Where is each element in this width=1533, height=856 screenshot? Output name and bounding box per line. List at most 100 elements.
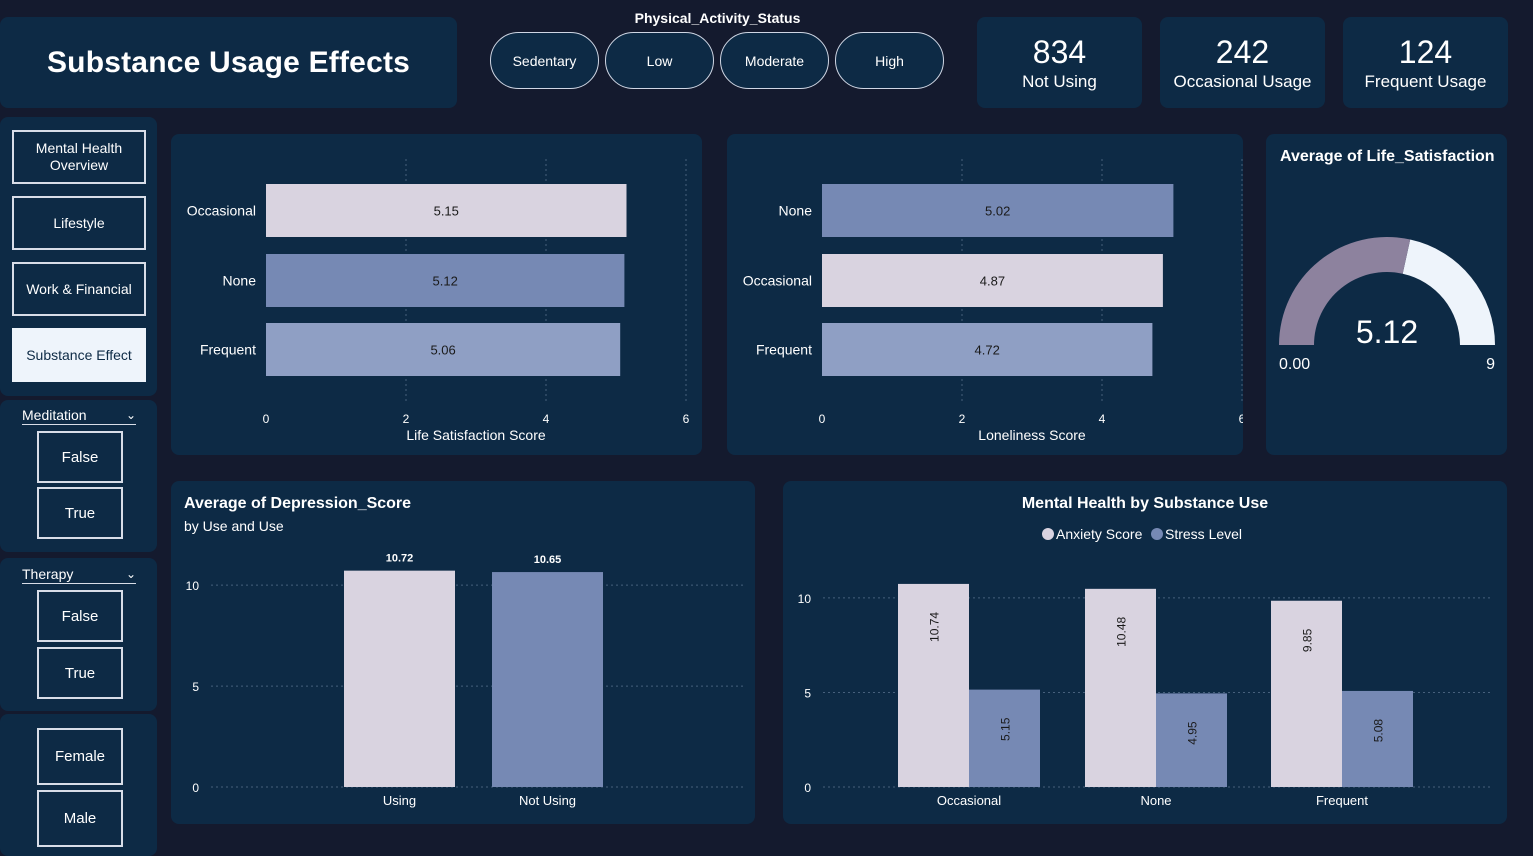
data-label: 9.85 [1301,628,1315,652]
therapy-slicer-header[interactable]: Therapy ⌄ [22,566,136,584]
nav-panel: Mental Health Overview Lifestyle Work & … [0,117,157,396]
gender-female-button[interactable]: Female [37,728,123,785]
nav-work-financial[interactable]: Work & Financial [12,262,146,316]
data-label: 5.15 [999,717,1013,741]
data-label: 4.72 [975,343,1000,358]
depression-chart-subtitle: by Use and Use [184,518,284,534]
x-axis-label: Loneliness Score [978,427,1086,443]
loneliness-chart: 0 2 4 6 Loneliness Score None 5.02 Occasional 4.… [727,134,1246,455]
gauge-value: 5.12 [1356,314,1418,350]
mental-health-chart-title: Mental Health by Substance Use [1021,495,1269,512]
data-label: 10.74 [928,612,942,642]
legend-marker [1042,528,1054,540]
kpi-label: Occasional Usage [1173,71,1312,91]
legend-label: Anxiety Score [1056,526,1143,542]
category-label: Not Using [519,793,576,808]
life-satisfaction-gauge-panel: Average of Life_Satisfaction 5.12 0.00 9 [1266,134,1507,455]
page-title: Substance Usage Effects [46,45,411,79]
category-label: Frequent [756,342,812,358]
x-tick-label: 4 [543,412,550,426]
kpi-value: 242 [1215,33,1270,70]
therapy-false-button[interactable]: False [37,590,123,642]
x-tick-label: 6 [683,412,690,426]
category-label: Occasional [743,273,812,289]
data-label: 5.02 [985,204,1010,219]
depression-chart-title: Average of Depression_Score [184,495,412,512]
data-label: 5.08 [1372,719,1386,743]
life-satisfaction-bar-chart: 0 2 4 6 Life Satisfaction Score Occasional 5.1… [187,159,690,443]
category-label: Frequent [200,342,256,358]
y-tick-label: 10 [186,579,200,593]
nav-substance-effect[interactable]: Substance Effect [12,328,146,382]
gauge-max-label: 9 [1486,356,1495,373]
y-tick-label: 5 [192,680,199,694]
mental-health-grouped-bar-chart: 0 5 10 Anxiety Score Stress Level 10.74 5.15 Oc… [798,526,1493,808]
bar [344,570,455,787]
kpi-frequent: 124 Frequent Usage [1343,17,1508,108]
meditation-slicer: Meditation ⌄ False True [0,400,157,552]
x-axis-label: Life Satisfaction Score [406,427,546,443]
data-label: 10.72 [386,553,414,565]
kpi-occasional: 242 Occasional Usage [1160,17,1325,108]
data-label: 4.95 [1186,721,1200,745]
pill-low[interactable]: Low [605,32,714,89]
x-tick-label: 2 [959,412,966,426]
data-label: 5.12 [433,274,458,289]
data-label: 10.65 [534,554,562,566]
category-label: None [1140,793,1171,808]
data-label: 5.15 [434,204,459,219]
therapy-true-button[interactable]: True [37,647,123,699]
category-label: Occasional [187,203,256,219]
pill-high[interactable]: High [835,32,944,89]
title-panel: Substance Usage Effects [0,17,457,108]
data-label: 4.87 [980,274,1005,289]
pill-sedentary[interactable]: Sedentary [490,32,599,89]
y-tick-label: 0 [804,781,811,795]
data-label: 10.48 [1115,617,1129,647]
gender-slicer: Female Male [0,714,157,856]
chevron-down-icon[interactable]: ⌄ [126,408,136,422]
kpi-value: 124 [1398,33,1453,70]
category-label: None [779,203,813,219]
meditation-true-button[interactable]: True [37,487,123,539]
life-satisfaction-chart: 0 2 4 6 Life Satisfaction Score Occasional 5.1… [171,134,702,455]
x-tick-label: 4 [1099,412,1106,426]
meditation-false-button[interactable]: False [37,431,123,483]
nav-lifestyle[interactable]: Lifestyle [12,196,146,250]
life-satisfaction-gauge: 5.12 0.00 9 [1279,237,1495,373]
mental-health-substance-chart: Mental Health by Substance Use 0 5 10 Anxie… [783,481,1507,824]
category-label: None [223,273,257,289]
bar [1271,600,1342,787]
pill-moderate[interactable]: Moderate [720,32,829,89]
y-tick-label: 0 [192,781,199,795]
meditation-slicer-header[interactable]: Meditation ⌄ [22,407,136,425]
category-label: Occasional [937,793,1001,808]
chevron-down-icon[interactable]: ⌄ [126,567,136,581]
physical-activity-label: Physical_Activity_Status [634,10,801,26]
x-tick-label: 2 [403,412,410,426]
kpi-label: Not Using [1022,71,1097,91]
therapy-label: Therapy [22,566,74,582]
legend-label: Stress Level [1165,526,1242,542]
x-tick-label: 0 [263,412,270,426]
nav-mental-health-overview[interactable]: Mental Health Overview [12,130,146,184]
y-tick-label: 5 [804,686,811,700]
depression-chart: Average of Depression_Score by Use and U… [171,481,755,824]
bar [492,572,603,787]
category-label: Frequent [1316,793,1368,808]
gauge-min-label: 0.00 [1279,356,1310,373]
x-tick-label: 6 [1239,412,1243,426]
kpi-label: Frequent Usage [1364,71,1487,91]
meditation-label: Meditation [22,407,87,423]
kpi-not-using: 834 Not Using [977,17,1142,108]
therapy-slicer: Therapy ⌄ False True [0,558,157,711]
gender-male-button[interactable]: Male [37,790,123,847]
loneliness-bar-chart: 0 2 4 6 Loneliness Score None 5.02 Occasional 4.… [743,159,1246,443]
kpi-value: 834 [1032,33,1087,70]
x-tick-label: 0 [819,412,826,426]
data-label: 5.06 [430,343,455,358]
category-label: Using [383,793,416,808]
gauge-title: Average of Life_Satisfaction [1280,148,1495,165]
y-tick-label: 10 [798,592,812,606]
legend-marker [1151,528,1163,540]
